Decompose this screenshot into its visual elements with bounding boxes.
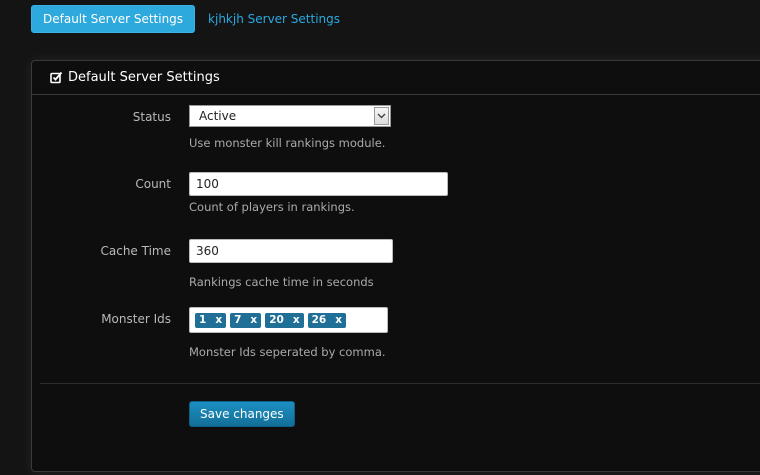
monster-ids-help: Monster Ids seperated by comma. (189, 345, 386, 359)
tag-value: 1 (199, 313, 207, 326)
form-divider (40, 383, 760, 384)
count-label: Count (135, 177, 171, 191)
tag-value: 20 (269, 313, 284, 326)
remove-tag-icon[interactable]: x (250, 313, 257, 328)
dropdown-arrow-button[interactable] (374, 107, 389, 125)
status-label: Status (132, 110, 171, 124)
cache-time-row: Cache Time 360 Rankings cache time in se… (32, 239, 393, 289)
status-select[interactable]: Active (189, 105, 391, 127)
panel-title: Default Server Settings (68, 70, 220, 85)
cache-time-help: Rankings cache time in seconds (189, 275, 374, 289)
monster-id-tag: 20 x (265, 312, 304, 328)
edit-checkbox-icon (50, 71, 63, 84)
settings-tabs: Default Server Settings kjhkjh Server Se… (31, 5, 351, 33)
chevron-down-icon (377, 113, 386, 119)
settings-panel: Default Server Settings Status Active Us… (31, 60, 760, 472)
monster-id-tag: 7 x (230, 312, 262, 328)
save-changes-button[interactable]: Save changes (189, 401, 295, 427)
tab-kjhkjh-server-settings[interactable]: kjhkjh Server Settings (197, 6, 351, 32)
status-selected-value: Active (199, 109, 237, 123)
panel-header: Default Server Settings (32, 61, 760, 95)
cache-time-label: Cache Time (100, 244, 172, 258)
status-row: Status Active Use monster kill rankings … (32, 105, 391, 150)
monster-id-tag: 1 x (195, 312, 227, 328)
remove-tag-icon[interactable]: x (293, 313, 300, 328)
tab-default-server-settings[interactable]: Default Server Settings (31, 5, 196, 33)
count-input[interactable]: 100 (189, 172, 448, 196)
monster-id-tag: 26 x (307, 312, 346, 328)
monster-ids-label: Monster Ids (101, 312, 171, 326)
status-help: Use monster kill rankings module. (189, 136, 386, 150)
tag-value: 7 (234, 313, 242, 326)
tag-value: 26 (311, 313, 327, 326)
monster-ids-tag-input[interactable]: 1 x 7 x 20 x 26 x (189, 307, 388, 333)
count-help: Count of players in rankings. (189, 200, 355, 214)
remove-tag-icon[interactable]: x (335, 313, 342, 328)
remove-tag-icon[interactable]: x (215, 313, 222, 328)
count-row: Count 100 Count of players in rankings. (32, 172, 448, 214)
cache-time-input[interactable]: 360 (189, 239, 393, 263)
monster-ids-row: Monster Ids 1 x 7 x 20 x 26 x Monster Id… (32, 307, 388, 359)
